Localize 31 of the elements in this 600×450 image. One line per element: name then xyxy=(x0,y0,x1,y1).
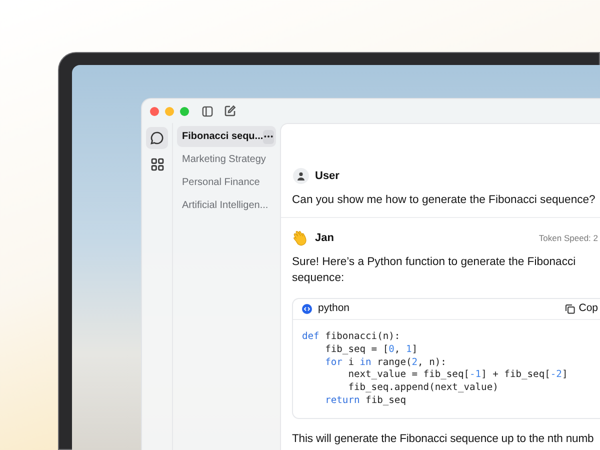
author-name: User xyxy=(315,168,340,184)
conversation-item[interactable]: Artificial Intelligen... xyxy=(177,195,276,216)
code-line: for i in range(2, n): xyxy=(324,356,446,370)
conversation-item[interactable]: Fibonacci sequ... xyxy=(177,126,276,147)
compose-icon[interactable] xyxy=(224,105,236,117)
conversation-title: Artificial Intelligen... xyxy=(182,199,268,213)
code-language: python xyxy=(318,301,350,316)
conversation-item[interactable]: Marketing Strategy xyxy=(177,149,276,170)
author-name: Jan xyxy=(315,230,334,246)
sidebar-toggle-icon[interactable] xyxy=(202,106,213,116)
message-text: This will generate the Fibonacci sequence up to the nth numb xyxy=(292,432,595,447)
conversation-item[interactable]: Personal Finance xyxy=(177,172,276,193)
user-avatar-icon xyxy=(293,168,309,184)
waving-hand-icon xyxy=(292,229,309,247)
token-speed: Token Speed: 2 xyxy=(538,232,598,244)
more-icon[interactable] xyxy=(263,130,274,144)
code-line: def fibonacci(n): xyxy=(302,331,400,344)
copy-icon xyxy=(564,304,575,314)
code-line: return fib_seq xyxy=(324,394,406,408)
message-text: Can you show me how to generate the Fibonacci sequence? xyxy=(292,193,596,208)
conversation-title: Fibonacci sequ... xyxy=(182,130,264,144)
code-line: fib_seq = [0, 1] xyxy=(324,344,418,357)
code-line: fib_seq.append(next_value) xyxy=(347,382,498,395)
code-icon xyxy=(302,304,312,314)
copy-button[interactable]: Cop xyxy=(564,301,598,317)
code-line: next_value = fib_seq[-1] + fib_seq[-2] xyxy=(347,369,568,382)
conversation-title: Personal Finance xyxy=(182,176,260,190)
close-button[interactable] xyxy=(150,106,159,116)
conversation-title: Marketing Strategy xyxy=(182,153,266,167)
message-text: Sure! Here’s a Python function to generate the Fibonacci sequence: xyxy=(292,255,577,286)
chat-icon[interactable] xyxy=(146,127,168,149)
